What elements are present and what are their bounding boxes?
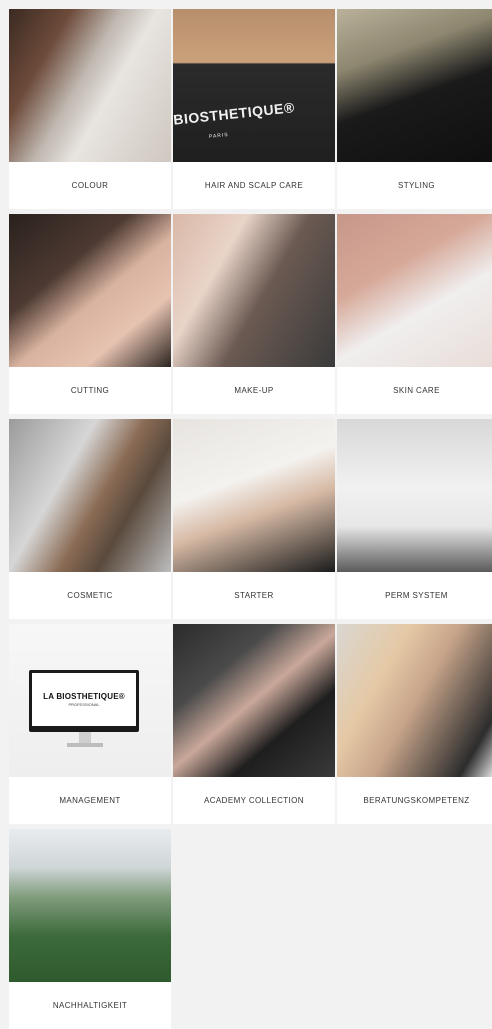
cutting-photo (9, 214, 171, 367)
styling-photo (337, 9, 492, 162)
tile-label: MAKE-UP (234, 386, 274, 395)
monitor-brand-text: LA BIOSTHETIQUE® (43, 692, 125, 701)
monitor-sub-text: PROFESSIONAL (68, 702, 100, 707)
nachhaltigkeit-photo (9, 829, 171, 982)
tile-label: HAIR AND SCALP CARE (204, 181, 304, 190)
tile-label: SKIN CARE (393, 386, 440, 395)
hair-and-scalp-care-photo: BIOSTHETIQUE® PARIS (173, 9, 335, 162)
monitor-base (67, 743, 103, 747)
tile-make-up[interactable]: MAKE-UP (173, 214, 335, 414)
tile-academy-collection[interactable]: ACADEMY COLLECTION (173, 624, 335, 824)
tile-perm-system[interactable]: PERM SYSTEM (337, 419, 492, 619)
tile-label: PERM SYSTEM (385, 591, 448, 600)
tile-label: NACHHALTIGKEIT (52, 1001, 128, 1010)
tile-label: MANAGEMENT (59, 796, 121, 805)
academy-collection-photo (173, 624, 335, 777)
tile-label: COLOUR (71, 181, 109, 190)
make-up-photo (173, 214, 335, 367)
perm-system-photo (337, 419, 492, 572)
tile-styling[interactable]: STYLING (337, 9, 492, 209)
tile-label: CUTTING (70, 386, 110, 395)
tile-starter[interactable]: STARTER (173, 419, 335, 619)
tile-label: STYLING (397, 181, 436, 190)
tile-cosmetic[interactable]: COSMETIC (9, 419, 171, 619)
tile-label: BERATUNGSKOMPETENZ (363, 796, 470, 805)
management-photo: LA BIOSTHETIQUE® PROFESSIONAL (9, 624, 171, 777)
monitor-screen: LA BIOSTHETIQUE® PROFESSIONAL (32, 673, 136, 726)
bag-brand-text: BIOSTHETIQUE® (173, 99, 296, 128)
cosmetic-photo (9, 419, 171, 572)
skin-care-photo (337, 214, 492, 367)
monitor: LA BIOSTHETIQUE® PROFESSIONAL (29, 670, 139, 732)
starter-photo (173, 419, 335, 572)
tile-skin-care[interactable]: SKIN CARE (337, 214, 492, 414)
category-grid: COLOUR BIOSTHETIQUE® PARIS HAIR AND SCAL… (9, 9, 492, 1029)
tile-label: COSMETIC (67, 591, 113, 600)
tile-beratungskompetenz[interactable]: BERATUNGSKOMPETENZ (337, 624, 492, 824)
tile-nachhaltigkeit[interactable]: NACHHALTIGKEIT (9, 829, 171, 1029)
tile-management[interactable]: LA BIOSTHETIQUE® PROFESSIONAL MANAGEMENT (9, 624, 171, 824)
beratungskompetenz-photo (337, 624, 492, 777)
colour-photo (9, 9, 171, 162)
tile-label: ACADEMY COLLECTION (204, 796, 304, 805)
tile-hair-and-scalp-care[interactable]: BIOSTHETIQUE® PARIS HAIR AND SCALP CARE (173, 9, 335, 209)
tile-cutting[interactable]: CUTTING (9, 214, 171, 414)
tile-label: STARTER (234, 591, 274, 600)
tile-colour[interactable]: COLOUR (9, 9, 171, 209)
bag-sub-text: PARIS (208, 131, 229, 141)
